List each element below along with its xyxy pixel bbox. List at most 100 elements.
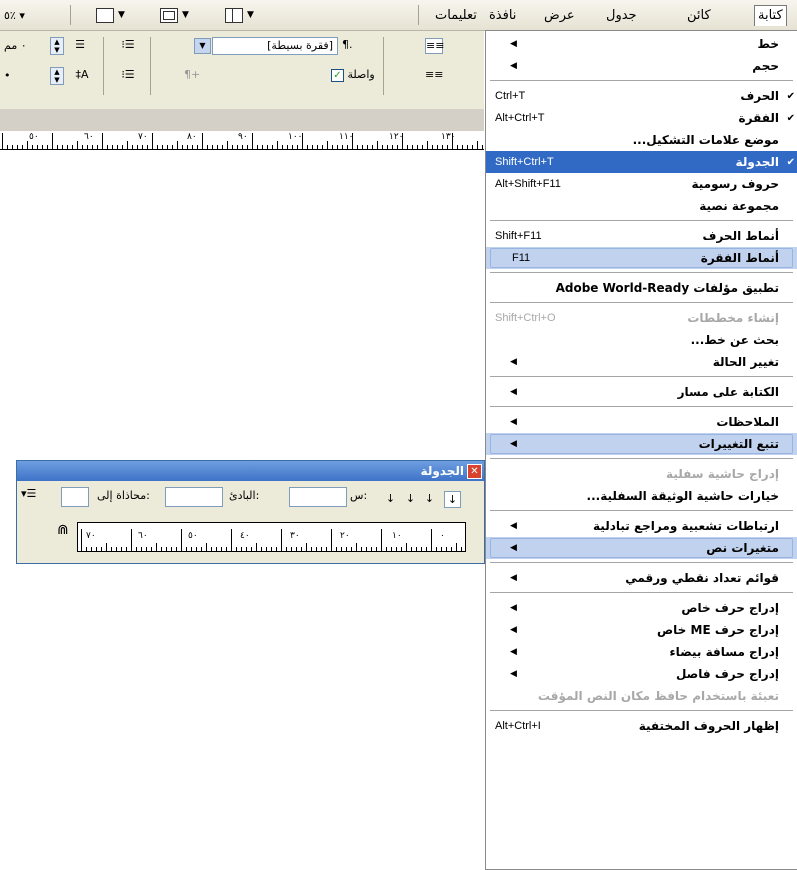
tabs-ruler[interactable]: ٧٠ ٦٠ ٥٠ ٤٠ ٣٠ ٢٠ ١٠ ٠ [77, 522, 466, 552]
menu-item-shortcut: F11 [512, 252, 531, 264]
hyphenate-toggle[interactable]: ✓ واصلة [331, 68, 375, 82]
menu-item[interactable]: خيارات حاشية الوثيقة السفلية... [486, 485, 797, 507]
ruler-tick [171, 547, 172, 551]
menu-item[interactable]: متغيرات نص ◀ [486, 537, 797, 559]
numbered-list-icon[interactable]: ⁝☰ [120, 68, 136, 82]
right-tab-icon[interactable]: ↓ [403, 491, 418, 506]
ruler-tick [127, 141, 128, 149]
decimal-tab-icon[interactable]: ↓ [383, 491, 398, 506]
menu-item-label: تطبيق مؤلفات Adobe World-Ready [555, 281, 779, 295]
panel-menu-icon[interactable]: ▾☰ [21, 487, 36, 500]
menu-type[interactable]: كتابة [754, 5, 787, 26]
ruler-tick [62, 145, 63, 149]
ruler-tick [357, 145, 358, 149]
menu-help[interactable]: تعليمات [432, 6, 480, 26]
arrange-documents-button[interactable]: ▼ [225, 6, 254, 24]
menu-item[interactable]: تطبيق مؤلفات Adobe World-Ready [486, 277, 797, 299]
leader-field[interactable] [165, 487, 223, 507]
menu-item[interactable]: الحرف Ctrl+T ✔ [486, 85, 797, 107]
paragraph-icon[interactable]: ¶. [342, 38, 353, 51]
indent-stepper[interactable]: ▲ ▼ [50, 67, 64, 85]
ruler-tick [346, 547, 347, 551]
menu-item[interactable]: الملاحظات ◀ [486, 411, 797, 433]
center-tab-icon[interactable]: ↓ [422, 491, 437, 506]
menu-separator [490, 80, 793, 81]
indent-field[interactable]: • [4, 69, 11, 82]
ruler-label: ١٣٠ [441, 132, 456, 142]
menu-item[interactable]: بحث عن خط... [486, 329, 797, 351]
menu-item-label: خيارات حاشية الوثيقة السفلية... [586, 489, 779, 503]
menu-item[interactable]: إدراج حرف فاصل ◀ [486, 663, 797, 685]
menu-item[interactable]: مجموعة نصية [486, 195, 797, 217]
submenu-arrow-icon: ◀ [510, 439, 517, 449]
ruler-tick [456, 543, 457, 551]
menu-item[interactable]: خط ◀ [486, 33, 797, 55]
menu-view[interactable]: عرض [541, 6, 578, 26]
menu-item[interactable]: إدراج مسافة بيضاء ◀ [486, 641, 797, 663]
ruler-tick [286, 547, 287, 551]
menu-item[interactable]: أنماط الفقرة F11 [486, 247, 797, 269]
menu-item[interactable]: حروف رسومية Alt+Shift+F11 [486, 173, 797, 195]
paragraph-style-dropdown[interactable]: ▼ [194, 38, 211, 54]
align-button[interactable]: ≡≡ [425, 38, 444, 54]
submenu-arrow-icon: ◀ [510, 647, 517, 657]
view-options-button[interactable]: ▼ [96, 6, 125, 24]
menu-item[interactable]: تغيير الحالة ◀ [486, 351, 797, 373]
ruler-tick [232, 145, 233, 149]
tabs-panel-titlebar[interactable]: الجدولة ✕ [17, 461, 484, 481]
menu-item[interactable]: الكتابة على مسار ◀ [486, 381, 797, 403]
menu-item[interactable]: إظهار الحروف المختفية Alt+Ctrl+I [486, 715, 797, 737]
menu-item[interactable]: إدراج حرف ME خاص ◀ [486, 619, 797, 641]
menu-item[interactable]: قوائم تعداد نقطي ورقمي ◀ [486, 567, 797, 589]
menu-item[interactable]: ارتباطات تشعبية ومراجع تبادلية ◀ [486, 515, 797, 537]
menu-table[interactable]: جدول [603, 6, 640, 26]
align-on-field[interactable] [61, 487, 89, 507]
hyphenate-checkbox[interactable]: ✓ [331, 68, 344, 82]
menu-item[interactable]: موضع علامات التشكيل... [486, 129, 797, 151]
ruler-tick [421, 547, 422, 551]
menu-separator [490, 376, 793, 377]
size-stepper[interactable]: ▲ ▼ [50, 37, 64, 55]
submenu-arrow-icon: ◀ [510, 387, 517, 397]
menu-object[interactable]: كائن [684, 6, 714, 26]
ruler-tick [191, 547, 192, 551]
checkmark-icon: ✔ [786, 113, 795, 124]
menu-item[interactable]: حجم ◀ [486, 55, 797, 77]
menu-item[interactable]: الجدولة Shift+Ctrl+T ✔ [486, 151, 797, 173]
menu-item[interactable]: إدراج حرف خاص ◀ [486, 597, 797, 619]
magnet-icon[interactable]: ⋒ [57, 522, 69, 538]
ruler-tick [267, 145, 268, 149]
menu-item-label: ارتباطات تشعبية ومراجع تبادلية [593, 519, 779, 533]
menu-item-label: إدراج مسافة بيضاء [669, 645, 779, 659]
screen-mode-button[interactable]: ▼ [160, 6, 189, 24]
ruler-tick [407, 145, 408, 149]
ruler-tick [131, 529, 132, 551]
ruler-tick [192, 145, 193, 149]
hyphenate-label: واصلة [347, 68, 375, 81]
paragraph-style-field[interactable]: [فقرة بسيطة] [212, 37, 338, 55]
menu-item[interactable]: تتبع التغييرات ◀ [486, 433, 797, 455]
menu-item-label: تتبع التغييرات [698, 437, 779, 451]
size-field-value[interactable]: ٠ مم [4, 39, 27, 52]
menu-item[interactable]: الفقرة Alt+Ctrl+T ✔ [486, 107, 797, 129]
ruler-tick [77, 141, 78, 149]
space-before-icon[interactable]: ☰ [72, 38, 88, 52]
ruler-tick [116, 547, 117, 551]
bullet-list-icon[interactable]: ⁝☰ [120, 38, 136, 52]
justify-button[interactable]: ≡≡ [425, 68, 443, 82]
ruler-label: ٦٠ [84, 132, 94, 142]
menu-window[interactable]: نافذة [486, 6, 519, 26]
ruler-tick [121, 547, 122, 551]
left-tab-icon[interactable]: ↓ [444, 491, 461, 508]
close-icon[interactable]: ✕ [467, 464, 482, 479]
drop-cap-icon[interactable]: ‡A [74, 68, 90, 82]
ruler-tick [237, 145, 238, 149]
ruler-tick [377, 141, 378, 149]
ruler-tick [2, 133, 3, 149]
zoom-dropdown[interactable]: ٥٪ ▾ [4, 6, 25, 24]
ruler-tick [462, 145, 463, 149]
x-position-field[interactable] [289, 487, 347, 507]
divider [150, 37, 151, 95]
ruler-tick [252, 133, 253, 149]
menu-item[interactable]: أنماط الحرف Shift+F11 [486, 225, 797, 247]
